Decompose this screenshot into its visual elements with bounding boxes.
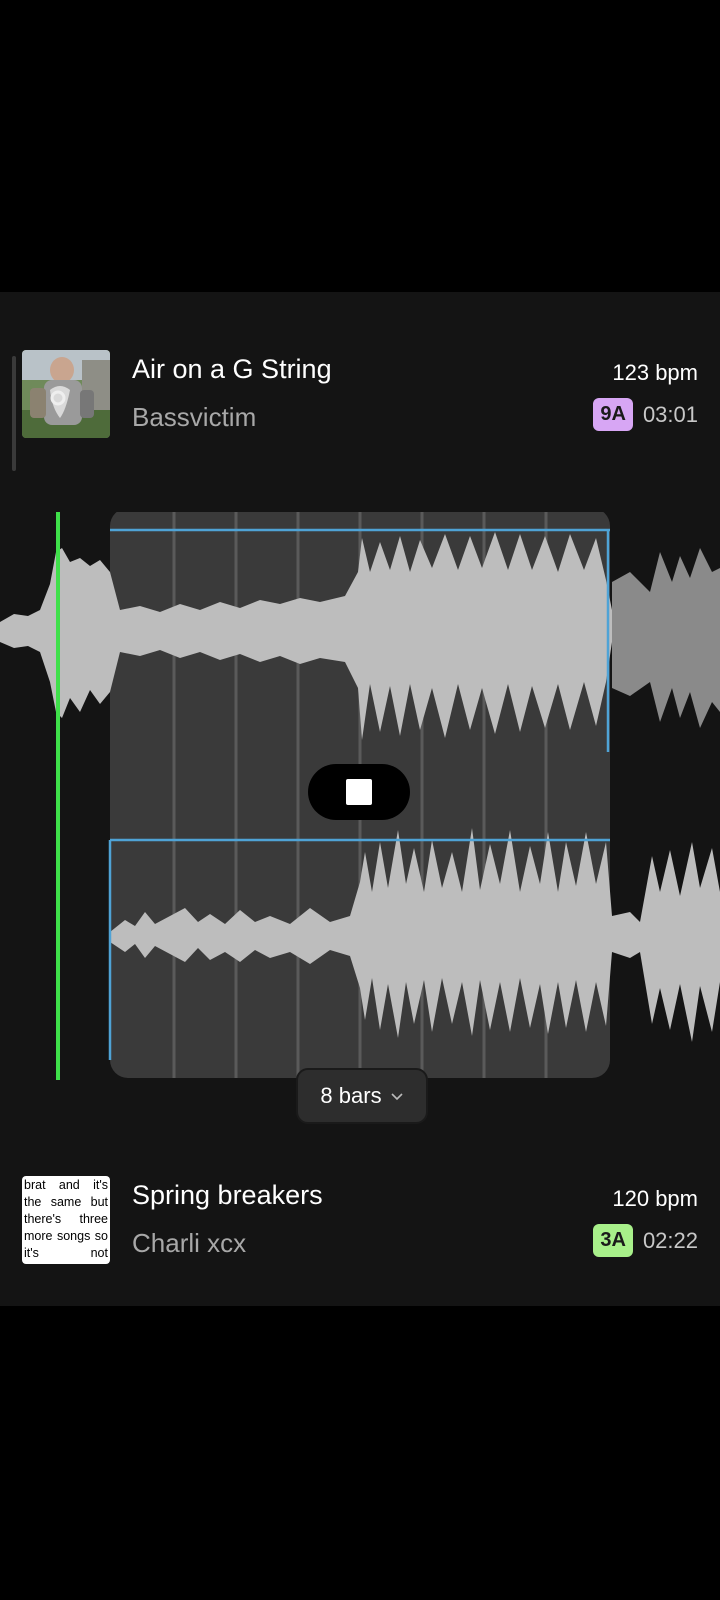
track-duration: 02:22 xyxy=(642,1227,698,1253)
album-photo-icon xyxy=(22,350,110,438)
stop-icon xyxy=(346,779,372,805)
chevron-down-icon xyxy=(391,1093,403,1101)
album-cover-text: brat and it's the same but there's three… xyxy=(22,1176,110,1264)
album-art-top xyxy=(22,350,110,438)
playhead[interactable] xyxy=(56,508,60,1080)
mix-panel: Air on a G String Bassvictim 123 bpm 9A … xyxy=(0,292,720,1306)
key-badge: 3A xyxy=(593,1224,633,1257)
track-bpm: 120 bpm xyxy=(612,1186,698,1211)
key-badge: 9A xyxy=(593,398,633,431)
track-artist: Charli xcx xyxy=(132,1228,247,1258)
waveform-top-outside xyxy=(612,548,720,728)
track-row-bottom[interactable]: brat and it's the same but there's three… xyxy=(22,1176,698,1266)
track-meta: 9A 03:01 xyxy=(593,398,698,431)
track-row-top[interactable]: Air on a G String Bassvictim 123 bpm 9A … xyxy=(22,350,698,440)
scroll-indicator[interactable] xyxy=(12,356,16,471)
track-bpm: 123 bpm xyxy=(612,360,698,385)
stop-button[interactable] xyxy=(308,764,410,820)
track-title: Spring breakers xyxy=(132,1180,323,1210)
track-artist: Bassvictim xyxy=(132,402,257,432)
track-meta: 3A 02:22 xyxy=(593,1224,698,1257)
loop-length-label: 8 bars xyxy=(320,1083,382,1108)
track-duration: 03:01 xyxy=(642,401,698,427)
loop-length-dropdown[interactable]: 8 bars xyxy=(296,1068,428,1124)
track-title: Air on a G String xyxy=(132,354,332,384)
album-art-bottom: brat and it's the same but there's three… xyxy=(22,1176,110,1264)
